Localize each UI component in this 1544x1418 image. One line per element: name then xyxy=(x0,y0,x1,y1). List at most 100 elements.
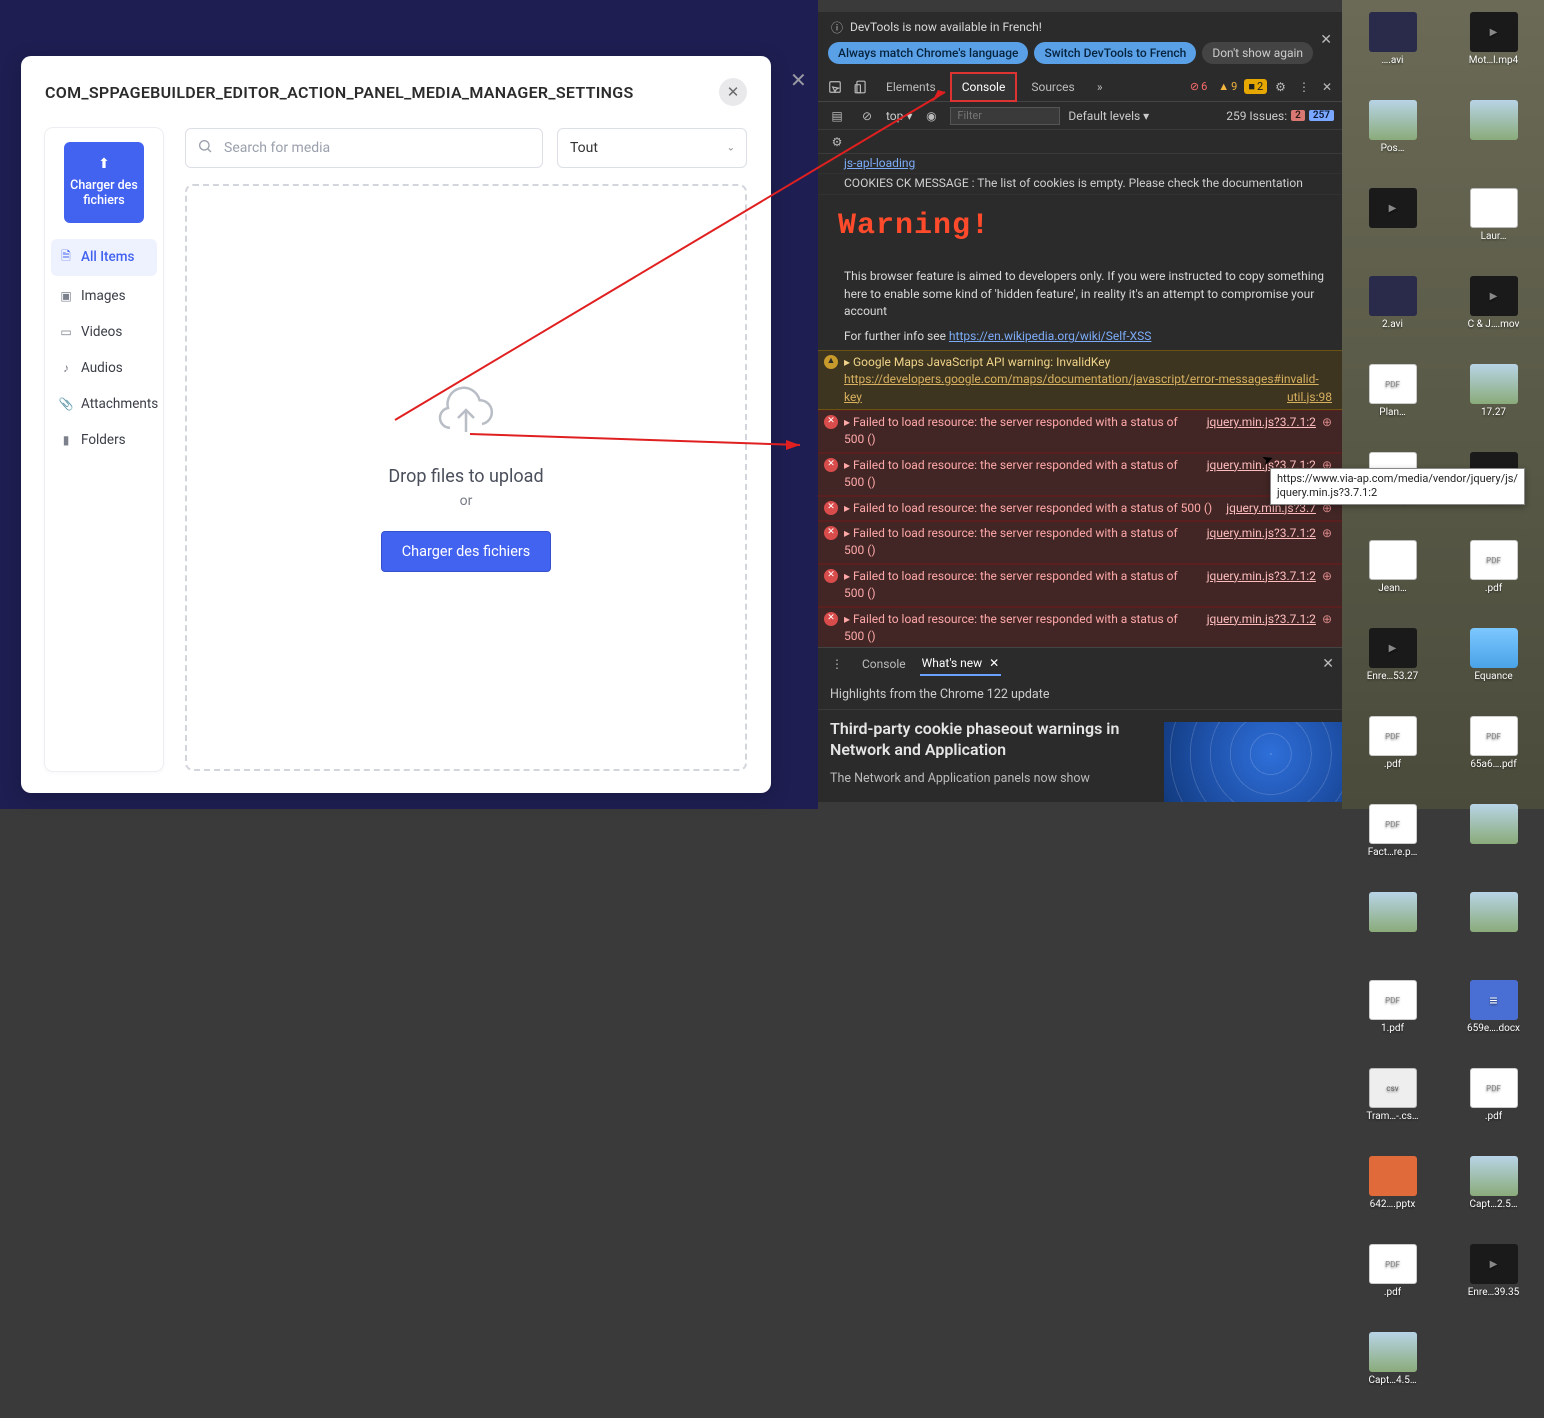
chip-dont-show[interactable]: Don't show again xyxy=(1202,42,1313,64)
sidebar-item-audios[interactable]: ♪ Audios xyxy=(51,352,157,384)
drawer-tab-whatsnew[interactable]: What's new ✕ xyxy=(920,652,1002,676)
self-xss-link[interactable]: https://en.wikipedia.org/wiki/Self-XSS xyxy=(949,329,1152,343)
more-tabs-icon[interactable]: » xyxy=(1089,76,1111,98)
desktop-file[interactable]: 65a6….pdf xyxy=(1443,714,1544,802)
desktop-file[interactable]: Pos… xyxy=(1342,98,1443,186)
source-link[interactable]: util.js:98 xyxy=(1287,389,1332,406)
console-error-row: ✕▸ Failed to load resource: the server r… xyxy=(818,564,1342,607)
desktop-file[interactable]: .pdf xyxy=(1443,538,1544,626)
modal-close-button[interactable]: ✕ xyxy=(719,78,747,106)
modal-body: ⬆ Charger des fichiers 🗎 All Items ▣ Ima… xyxy=(21,128,771,795)
desktop-file[interactable]: .pdf xyxy=(1443,1066,1544,1154)
file-thumb xyxy=(1470,364,1518,404)
desktop-files: ….aviMot…l.mp4Pos…Laur…2.aviC & J….movPl… xyxy=(1342,0,1544,809)
issues-label: 259 Issues: xyxy=(1226,109,1287,123)
desktop-file[interactable]: 17.27 xyxy=(1443,362,1544,450)
console-link[interactable]: js-apl-loading xyxy=(844,156,915,170)
desktop-file[interactable]: Fact…re.p… xyxy=(1342,802,1443,890)
desktop-file[interactable]: Plan… xyxy=(1342,362,1443,450)
network-icon[interactable]: ⊕ xyxy=(1322,414,1332,449)
desktop-file[interactable] xyxy=(1443,890,1544,978)
console-settings-icon[interactable]: ⚙ xyxy=(826,131,848,153)
sidebar-item-images[interactable]: ▣ Images xyxy=(51,280,157,312)
sidebar-item-attachments[interactable]: 📎 Attachments xyxy=(51,388,157,420)
drawer-kebab-icon[interactable]: ⋮ xyxy=(826,653,848,675)
filter-select[interactable] xyxy=(557,128,747,168)
banner-close-button[interactable]: ✕ xyxy=(1320,32,1332,48)
error-icon: ✕ xyxy=(824,501,838,515)
drawer-headline: Third-party cookie phaseout warnings in … xyxy=(830,718,1140,761)
desktop-file[interactable]: Capt…2.5… xyxy=(1443,1154,1544,1242)
console-settings-row: ⚙ xyxy=(818,130,1342,154)
gear-icon[interactable]: ⚙ xyxy=(1271,80,1290,94)
desktop-file[interactable]: Enre…39.35 xyxy=(1443,1242,1544,1330)
network-icon[interactable]: ⊕ xyxy=(1322,568,1332,603)
desktop-file[interactable]: .pdf xyxy=(1342,1242,1443,1330)
sidebar-item-videos[interactable]: ▭ Videos xyxy=(51,316,157,348)
log-levels-selector[interactable]: Default levels ▾ xyxy=(1068,109,1149,123)
context-selector[interactable]: top ▾ xyxy=(886,109,912,123)
issues-summary[interactable]: 259 Issues: 2 257 xyxy=(1226,109,1334,123)
console-output[interactable]: js-apl-loading COOKIES CK MESSAGE : The … xyxy=(818,154,1342,647)
sidebar-toggle-icon[interactable]: ▤ xyxy=(826,105,848,127)
drawer-illustration xyxy=(1164,722,1342,802)
upload-dropzone[interactable]: Drop files to upload or Charger des fich… xyxy=(185,184,747,771)
error-count-badge: ⊘ 6 xyxy=(1186,79,1211,94)
search-input[interactable] xyxy=(185,128,543,168)
drawer-tabbar: ⋮ Console What's new ✕ ✕ xyxy=(818,648,1342,680)
desktop-file[interactable]: ….avi xyxy=(1342,10,1443,98)
source-link[interactable]: jquery.min.js?3.7.1:2 xyxy=(1207,525,1316,560)
chip-switch-french[interactable]: Switch DevTools to French xyxy=(1034,42,1196,64)
tab-console[interactable]: Console xyxy=(950,72,1018,102)
console-filter-input[interactable] xyxy=(950,107,1060,125)
file-label: Capt…4.5… xyxy=(1368,1375,1416,1386)
sidebar-item-folders[interactable]: ▮ Folders xyxy=(51,424,157,456)
desktop-file[interactable]: 642….pptx xyxy=(1342,1154,1443,1242)
desktop-file[interactable]: 659e….docx xyxy=(1443,978,1544,1066)
inspect-icon[interactable] xyxy=(824,76,846,98)
source-link[interactable]: jquery.min.js?3.7.1:2 xyxy=(1207,568,1316,603)
source-link[interactable]: jquery.min.js?3.7.1:2 xyxy=(1207,611,1316,646)
warning-count-badge: ▲ 9 xyxy=(1214,79,1241,94)
chip-always-match[interactable]: Always match Chrome's language xyxy=(828,42,1028,64)
desktop-file[interactable]: 1.pdf xyxy=(1342,978,1443,1066)
network-icon[interactable]: ⊕ xyxy=(1322,525,1332,560)
tab-sources[interactable]: Sources xyxy=(1021,74,1084,100)
desktop-file[interactable] xyxy=(1342,890,1443,978)
desktop-file[interactable]: Mot…l.mp4 xyxy=(1443,10,1544,98)
desktop-file[interactable]: Capt…4.5… xyxy=(1342,1330,1443,1418)
live-expression-icon[interactable]: ◉ xyxy=(920,105,942,127)
desktop-file[interactable]: C & J….mov xyxy=(1443,274,1544,362)
desktop-file[interactable] xyxy=(1443,98,1544,186)
dropzone-upload-button[interactable]: Charger des fichiers xyxy=(381,531,552,572)
device-toggle-icon[interactable] xyxy=(850,76,872,98)
drawer-close-button[interactable]: ✕ xyxy=(1322,656,1334,672)
desktop-file[interactable]: Enre…53.27 xyxy=(1342,626,1443,714)
tab-elements[interactable]: Elements xyxy=(876,74,946,100)
overlay-close-button[interactable]: ✕ xyxy=(790,68,814,92)
clear-console-icon[interactable]: ⊘ xyxy=(856,105,878,127)
desktop-file[interactable]: 2.avi xyxy=(1342,274,1443,362)
desktop-file[interactable]: .pdf xyxy=(1342,714,1443,802)
error-summary-badges[interactable]: ⊘ 6 ▲ 9 ■ 2 xyxy=(1186,79,1267,94)
desktop-file[interactable] xyxy=(1342,186,1443,274)
desktop-file[interactable]: Equance xyxy=(1443,626,1544,714)
issue-badge-1: 2 xyxy=(1291,110,1305,121)
gmaps-doc-link[interactable]: https://developers.google.com/maps/docum… xyxy=(844,372,1319,403)
desktop-file[interactable] xyxy=(1443,802,1544,890)
file-thumb xyxy=(1470,188,1518,228)
desktop-file[interactable]: Laur… xyxy=(1443,186,1544,274)
drawer-tab-console[interactable]: Console xyxy=(860,653,908,675)
devtools-close-button[interactable]: ✕ xyxy=(1318,80,1336,94)
dropzone-or: or xyxy=(460,493,473,509)
network-icon[interactable]: ⊕ xyxy=(1322,611,1332,646)
source-link[interactable]: jquery.min.js?3.7.1:2 xyxy=(1207,414,1316,449)
desktop-file[interactable]: Jean… xyxy=(1342,538,1443,626)
desktop-file[interactable]: Tram…-.cs… xyxy=(1342,1066,1443,1154)
sidebar-upload-button[interactable]: ⬆ Charger des fichiers xyxy=(64,142,144,223)
kebab-icon[interactable]: ⋮ xyxy=(1294,80,1314,94)
sidebar-item-label: All Items xyxy=(81,249,134,265)
sidebar-item-all[interactable]: 🗎 All Items xyxy=(51,239,157,276)
search-icon xyxy=(197,138,213,158)
close-tab-icon[interactable]: ✕ xyxy=(989,656,999,670)
